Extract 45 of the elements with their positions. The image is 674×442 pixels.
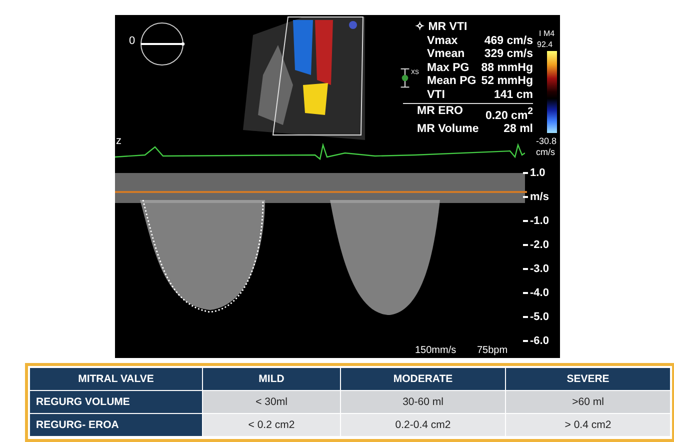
table-cell: > 0.4 cm2	[506, 414, 670, 436]
color-scale-min: -30.8	[536, 136, 557, 146]
velocity-tick-label: -1.0	[530, 215, 549, 227]
measurement-value: 88 mmHg	[481, 62, 533, 75]
table-cell: 30-60 ml	[341, 391, 505, 413]
measurement-label: Vmean	[427, 48, 465, 62]
heart-rate-label: 75bpm	[477, 345, 508, 356]
velocity-tick-label: -2.0	[530, 239, 549, 251]
measurement-value: 141 cm	[494, 88, 533, 102]
angle-label: 0	[129, 35, 136, 47]
column-header: SEVERE	[506, 368, 670, 390]
velocity-tick-label: -6.0	[530, 335, 549, 347]
velocity-tick-label: -4.0	[530, 287, 549, 299]
color-scale-max: 92.4	[537, 40, 553, 49]
color-mode-label: I M4	[539, 29, 555, 38]
velocity-tick-label: m/s	[530, 191, 549, 203]
measurement-value: 469 cm/s	[484, 34, 533, 48]
result-value: 0.20 cm$^{2}$	[485, 105, 533, 124]
column-header: MODERATE	[341, 368, 505, 390]
column-header: MILD	[203, 368, 340, 390]
table-cell: < 30ml	[203, 391, 340, 413]
measurement-title: ✧ MR VTI	[415, 21, 468, 34]
result-label: MR ERO	[417, 105, 463, 119]
velocity-tick-label: 1.0	[530, 167, 546, 179]
table-cell: >60 ml	[506, 391, 670, 413]
sweep-speed-label: 150mm/s	[415, 345, 456, 356]
row-header: REGURG- EROA	[30, 414, 202, 436]
velocity-tick-label: -5.0	[530, 311, 549, 323]
measurement-label: VTI	[427, 88, 445, 102]
measurement-label: Vmax	[427, 34, 458, 48]
color-scale-unit: cm/s	[536, 147, 555, 157]
result-value: 28 ml	[504, 123, 533, 137]
result-label: MR Volume	[417, 123, 479, 137]
cut-label: z	[116, 135, 122, 147]
row-header: REGURG VOLUME	[30, 391, 202, 413]
table-cell: 0.2-0.4 cm2	[341, 414, 505, 436]
table-cell: < 0.2 cm2	[203, 414, 340, 436]
measurement-value: 52 mmHg	[481, 75, 533, 88]
measurement-label: Max PG	[427, 62, 470, 75]
measurement-value: 329 cm/s	[484, 48, 533, 62]
velocity-tick-label: -3.0	[530, 263, 549, 275]
angle-dial-icon	[138, 20, 186, 68]
measurement-label: Mean PG	[427, 75, 476, 88]
column-header: MITRAL VALVE	[30, 368, 202, 390]
probe-marker-label: xs	[411, 67, 419, 76]
